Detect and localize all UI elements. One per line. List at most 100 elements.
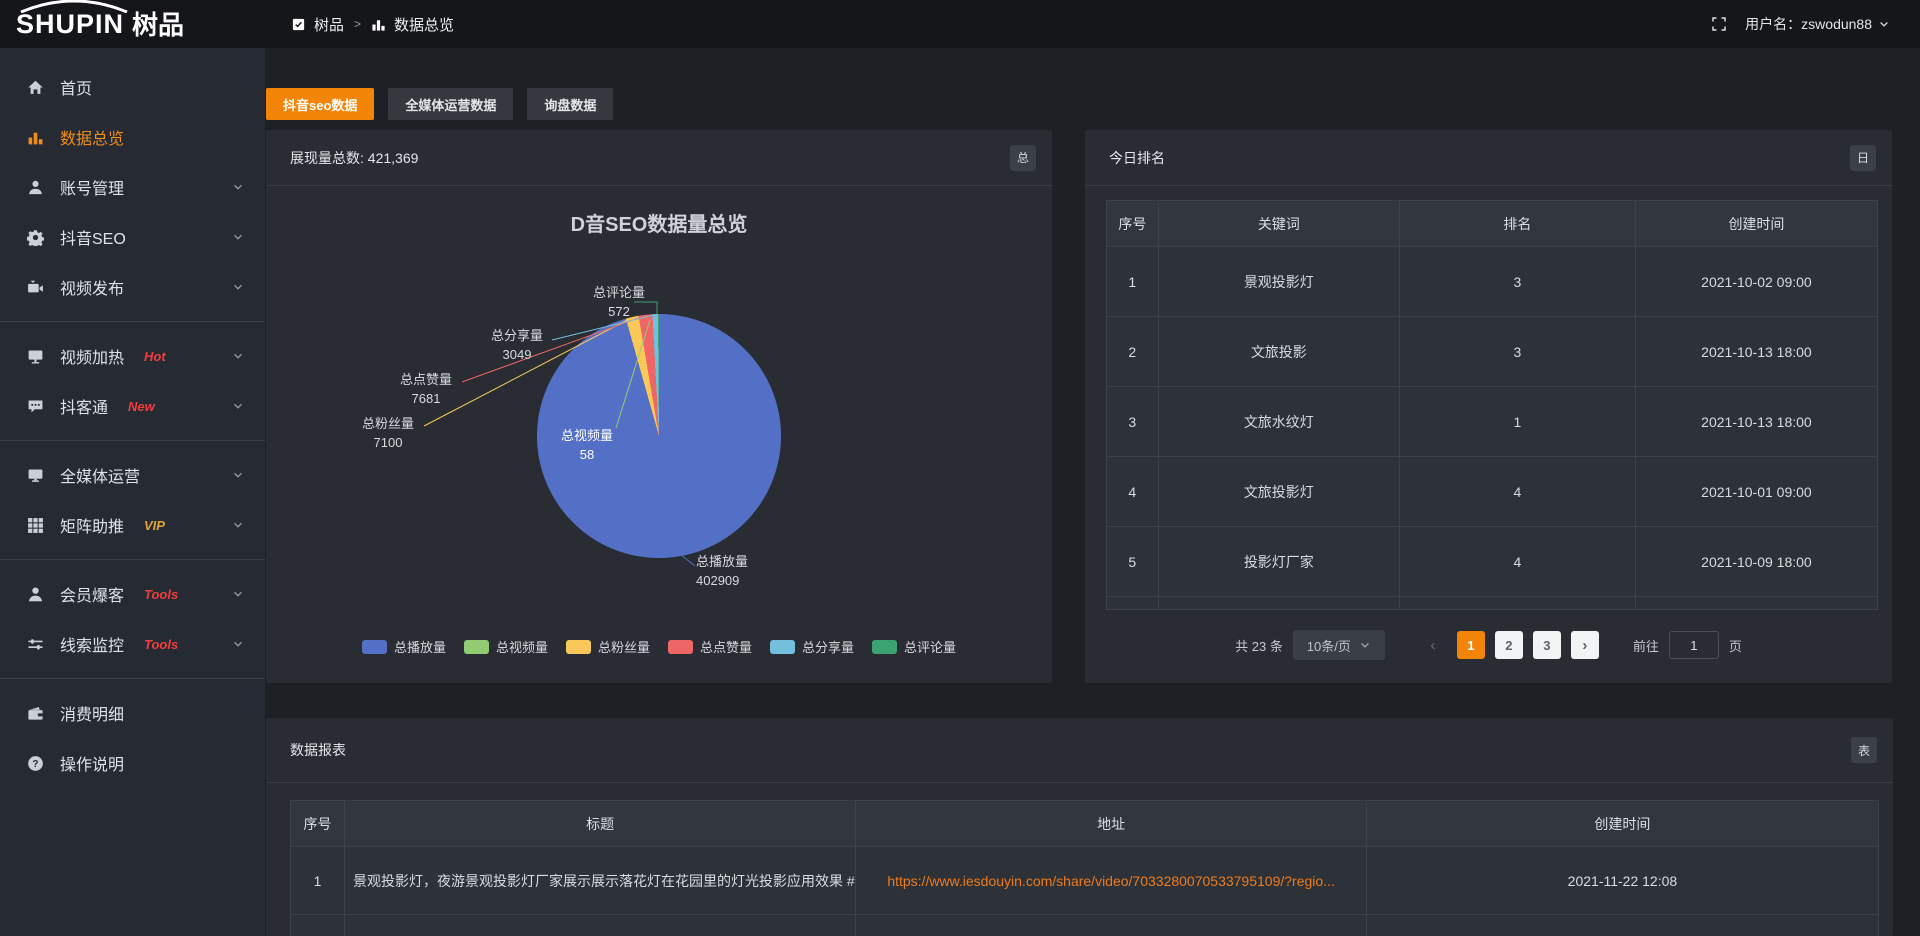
legend-swatch: [872, 640, 897, 654]
user-menu[interactable]: 用户名：zswodun88: [1745, 14, 1890, 34]
sidebar-item-gear[interactable]: 抖音SEO: [0, 212, 265, 262]
pie-label-3: 总点赞量7681: [400, 370, 452, 408]
tab-0[interactable]: 抖音seo数据: [266, 88, 374, 120]
chevron-down-icon: [231, 280, 245, 294]
table-cell: 投影灯厂家: [1158, 527, 1399, 597]
table-cell: [1635, 597, 1877, 610]
sidebar-item-screen[interactable]: 视频加热 Hot: [0, 331, 265, 381]
breadcrumb-root[interactable]: 树品: [314, 14, 344, 35]
page-button-1[interactable]: 1: [1457, 631, 1485, 659]
chevron-down-icon: [231, 180, 245, 194]
legend-swatch: [362, 640, 387, 654]
sidebar-item-label: 矩阵助推: [60, 513, 124, 537]
fullscreen-icon[interactable]: [1711, 16, 1727, 32]
legend-item[interactable]: 总播放量: [362, 637, 446, 656]
table-cell: 2021-10-01 09:00: [1635, 457, 1877, 527]
table-cell: 2021-10-02 09:00: [1635, 247, 1877, 317]
user-icon: [27, 179, 44, 196]
chevron-down-icon: [1878, 18, 1890, 30]
video-icon: [27, 279, 44, 296]
sidebar-item-member[interactable]: 会员爆客Tools: [0, 569, 265, 619]
sidebar-item-monitor[interactable]: 全媒体运营: [0, 450, 265, 500]
page-number-buttons: 123: [1457, 631, 1561, 659]
pagination: 共 23 条 10条/页 ‹ 123 › 前往 页: [1085, 630, 1892, 660]
pie-label-5: 总评论量572: [593, 283, 645, 321]
pie-label-value: 7681: [400, 389, 452, 408]
sidebar-item-wallet[interactable]: 消费明细: [0, 688, 265, 738]
table-cell: 景观投影灯: [1158, 247, 1399, 317]
report-panel-title: 数据报表: [290, 740, 346, 760]
app-logo[interactable]: SHUPIN 树品: [0, 11, 265, 38]
table-cell: [291, 915, 345, 936]
logo-cn-text: 树品: [132, 12, 184, 38]
table-toggle-button[interactable]: 表: [1851, 737, 1877, 763]
table-cell: 2021-10-13 18:00: [1635, 387, 1877, 457]
grid-icon: [27, 517, 44, 534]
tab-1[interactable]: 全媒体运营数据: [388, 88, 513, 120]
chart-legend: 总播放量 总视频量总粉丝量总点赞量总分享量总评论量: [266, 637, 1052, 656]
legend-item[interactable]: 总粉丝量: [566, 637, 650, 656]
sidebar-item-question[interactable]: ?操作说明: [0, 738, 265, 788]
next-page-button[interactable]: ›: [1571, 631, 1599, 659]
pie-label-value: 3049: [491, 345, 543, 364]
pagination-total: 共 23 条: [1235, 636, 1283, 655]
sidebar-item-grid[interactable]: 矩阵助推 VIP: [0, 500, 265, 550]
tab-2[interactable]: 询盘数据: [527, 88, 613, 120]
menu-badge: VIP: [144, 518, 165, 533]
pie-label-0: 总播放量402909: [696, 552, 748, 590]
logo-arc-icon: [18, 0, 130, 13]
table-cell: 3: [1107, 387, 1159, 457]
report-cell-no: 1: [291, 847, 345, 915]
sidebar-item-chart[interactable]: 数据总览: [0, 112, 265, 162]
sidebar-item-label: 数据总览: [60, 125, 124, 149]
report-table: 序号标题地址创建时间 1景观投影灯，夜游景观投影灯厂家展示展示落花灯在花园里的灯…: [290, 800, 1879, 936]
table-row: 1景观投影灯，夜游景观投影灯厂家展示展示落花灯在花园里的灯光投影应用效果 #ht…: [291, 847, 1879, 915]
table-cell: 4: [1399, 457, 1635, 527]
legend-item[interactable]: 总点赞量: [668, 637, 752, 656]
day-toggle-button[interactable]: 日: [1850, 145, 1876, 171]
table-cell: 1: [1399, 387, 1635, 457]
page-button-3[interactable]: 3: [1533, 631, 1561, 659]
table-cell: 3: [1399, 317, 1635, 387]
table-cell: [1366, 915, 1878, 936]
header-right: 用户名：zswodun88: [1711, 14, 1920, 34]
sidebar-item-chat[interactable]: 抖客通New: [0, 381, 265, 431]
today-ranking-panel: 今日排名 日 序号关键词排名创建时间 1景观投影灯32021-10-02 09:…: [1085, 130, 1892, 683]
total-toggle-button[interactable]: 总: [1010, 145, 1036, 171]
page-button-2[interactable]: 2: [1495, 631, 1523, 659]
video-link[interactable]: https://www.iesdouyin.com/share/video/70…: [887, 873, 1335, 889]
breadcrumb-current: 数据总览: [394, 14, 454, 35]
sidebar: 首页数据总览账号管理抖音SEO视频发布视频加热Hot抖客通New全媒体运营矩阵助…: [0, 48, 265, 936]
table-cell: 文旅投影: [1158, 317, 1399, 387]
legend-swatch: [464, 640, 489, 654]
sidebar-item-video[interactable]: 视频发布: [0, 262, 265, 312]
table-cell: 文旅水纹灯: [1158, 387, 1399, 457]
goto-page-input[interactable]: [1669, 631, 1719, 659]
pie-label-4: 总分享量3049: [491, 326, 543, 364]
legend-item[interactable]: 总视频量: [464, 637, 548, 656]
legend-item[interactable]: 总分享量: [770, 637, 854, 656]
breadcrumb-root-icon: [291, 17, 306, 32]
home-icon: [27, 79, 44, 96]
legend-item[interactable]: 总评论量: [872, 637, 956, 656]
sidebar-item-home[interactable]: 首页: [0, 62, 265, 112]
sidebar-item-user[interactable]: 账号管理: [0, 162, 265, 212]
prev-page-button[interactable]: ‹: [1419, 631, 1447, 659]
table-row-partial: [1107, 597, 1878, 610]
seo-chart-panel: 展现量总数: 421,369 总 D音SEO数据量总览 总播放量402909总视…: [266, 130, 1052, 683]
ranking-col-header: 序号: [1107, 201, 1159, 247]
menu-badge: Hot: [144, 349, 166, 364]
sliders-icon: [27, 636, 44, 653]
pie-label-name: 总点赞量: [400, 370, 452, 389]
page-size-select[interactable]: 10条/页: [1293, 630, 1385, 660]
goto-unit: 页: [1729, 636, 1742, 655]
main-content: 抖音seo数据全媒体运营数据询盘数据 展现量总数: 421,369 总 D音SE…: [265, 48, 1920, 936]
table-row: 1景观投影灯32021-10-02 09:00: [1107, 247, 1878, 317]
legend-label: 总视频量: [496, 637, 548, 656]
sidebar-item-sliders[interactable]: 线索监控Tools: [0, 619, 265, 669]
table-cell: [1399, 597, 1635, 610]
pie-label-name: 总分享量: [491, 326, 543, 345]
report-cell-time: 2021-11-22 12:08: [1366, 847, 1878, 915]
table-cell: [1158, 597, 1399, 610]
sidebar-item-label: 视频加热: [60, 344, 124, 368]
